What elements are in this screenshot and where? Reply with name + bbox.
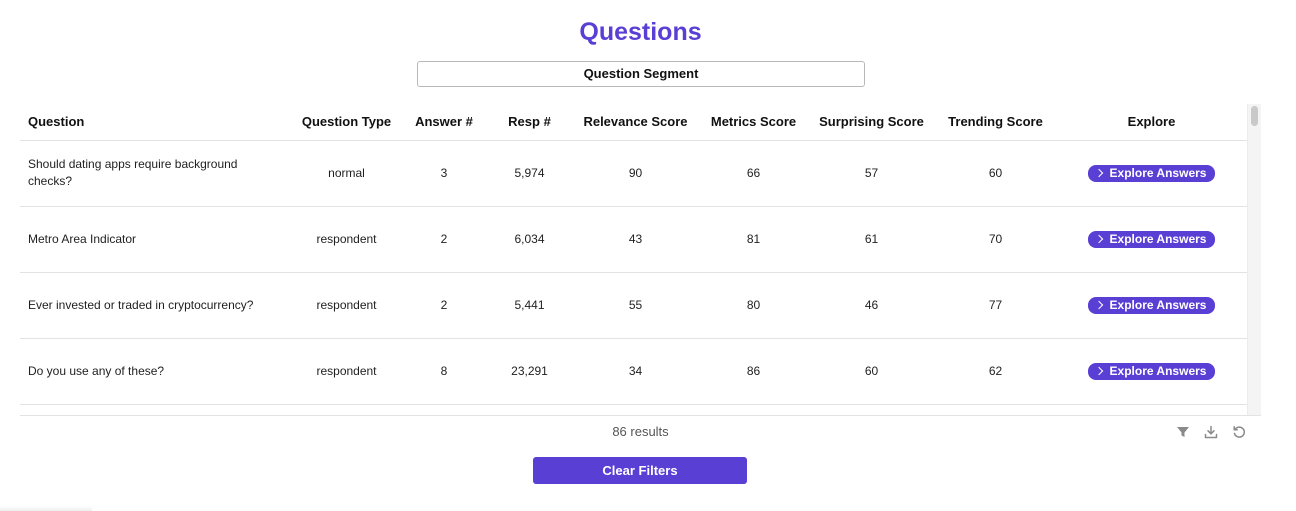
scrollbar-thumb[interactable] <box>1251 106 1258 126</box>
explore-answers-button[interactable]: Explore Answers <box>1087 296 1216 314</box>
explore-answers-button[interactable]: Explore Answers <box>1087 230 1216 248</box>
table-header-row: Question Question Type Answer # Resp # R… <box>20 104 1247 141</box>
column-header-resp-count[interactable]: Resp # <box>487 104 572 141</box>
answer-count-cell: 3 <box>401 140 487 207</box>
chevron-right-icon <box>1094 168 1103 178</box>
trending-score-cell: 77 <box>935 272 1056 339</box>
explore-answers-label: Explore Answers <box>1109 231 1207 246</box>
explore-answers-label: Explore Answers <box>1109 363 1207 378</box>
explore-answers-button[interactable]: Explore Answers <box>1087 164 1216 182</box>
column-header-relevance-score[interactable]: Relevance Score <box>572 104 699 141</box>
resp-count-cell: 23,291 <box>487 338 572 405</box>
bottom-edge-shadow <box>0 506 92 511</box>
results-count: 86 results <box>612 424 669 439</box>
table-toolbar <box>1175 424 1247 440</box>
column-header-question[interactable]: Question <box>20 104 292 141</box>
column-header-question-type[interactable]: Question Type <box>292 104 401 141</box>
column-header-metrics-score[interactable]: Metrics Score <box>699 104 808 141</box>
relevance-score-cell: 55 <box>572 272 699 339</box>
metrics-score-cell: 66 <box>699 140 808 207</box>
answer-count-cell: 8 <box>401 338 487 405</box>
chevron-right-icon <box>1094 300 1103 310</box>
question-type-cell: respondent <box>292 338 401 405</box>
relevance-score-cell: 34 <box>572 338 699 405</box>
resp-count-cell: 5,974 <box>487 140 572 207</box>
chevron-right-icon <box>1094 366 1103 376</box>
column-header-explore: Explore <box>1056 104 1247 141</box>
relevance-score-cell: 90 <box>572 140 699 207</box>
table-row: Metro Area Indicator respondent 2 6,034 … <box>20 206 1247 273</box>
explore-cell: Explore Answers <box>1056 338 1247 405</box>
explore-cell: Explore Answers <box>1056 272 1247 339</box>
page-title: Questions <box>579 18 702 46</box>
column-header-surprising-score[interactable]: Surprising Score <box>808 104 935 141</box>
answer-count-cell: 2 <box>401 272 487 339</box>
explore-cell: Explore Answers <box>1056 140 1247 207</box>
trending-score-cell: 70 <box>935 206 1056 273</box>
chevron-right-icon <box>1094 234 1103 244</box>
explore-answers-label: Explore Answers <box>1109 165 1207 180</box>
explore-answers-label: Explore Answers <box>1109 297 1207 312</box>
question-type-cell: normal <box>292 140 401 207</box>
question-segment-button[interactable]: Question Segment <box>417 61 865 87</box>
relevance-score-cell: 43 <box>572 206 699 273</box>
questions-table: Question Question Type Answer # Resp # R… <box>20 104 1247 405</box>
resp-count-cell: 6,034 <box>487 206 572 273</box>
metrics-score-cell: 86 <box>699 338 808 405</box>
surprising-score-cell: 60 <box>808 338 935 405</box>
explore-cell: Explore Answers <box>1056 206 1247 273</box>
question-cell: Metro Area Indicator <box>20 206 292 273</box>
question-type-cell: respondent <box>292 272 401 339</box>
questions-table-container: Question Question Type Answer # Resp # R… <box>20 104 1247 414</box>
surprising-score-cell: 57 <box>808 140 935 207</box>
explore-answers-button[interactable]: Explore Answers <box>1087 362 1216 380</box>
metrics-score-cell: 80 <box>699 272 808 339</box>
question-cell: Do you use any of these? <box>20 338 292 405</box>
answer-count-cell: 2 <box>401 206 487 273</box>
question-cell: Ever invested or traded in cryptocurrenc… <box>20 272 292 339</box>
table-row: Ever invested or traded in cryptocurrenc… <box>20 272 1247 339</box>
surprising-score-cell: 46 <box>808 272 935 339</box>
column-header-answer-count[interactable]: Answer # <box>401 104 487 141</box>
question-type-cell: respondent <box>292 206 401 273</box>
trending-score-cell: 60 <box>935 140 1056 207</box>
question-cell: Should dating apps require background ch… <box>20 140 292 207</box>
reset-icon[interactable] <box>1231 424 1247 440</box>
clear-filters-button[interactable]: Clear Filters <box>533 457 747 484</box>
table-scrollbar[interactable] <box>1247 104 1261 415</box>
resp-count-cell: 5,441 <box>487 272 572 339</box>
surprising-score-cell: 61 <box>808 206 935 273</box>
metrics-score-cell: 81 <box>699 206 808 273</box>
table-bottom-divider <box>20 415 1261 416</box>
table-row: Should dating apps require background ch… <box>20 140 1247 207</box>
trending-score-cell: 62 <box>935 338 1056 405</box>
column-header-trending-score[interactable]: Trending Score <box>935 104 1056 141</box>
download-icon[interactable] <box>1203 424 1219 440</box>
filter-icon[interactable] <box>1175 424 1191 440</box>
table-row: Do you use any of these? respondent 8 23… <box>20 338 1247 405</box>
